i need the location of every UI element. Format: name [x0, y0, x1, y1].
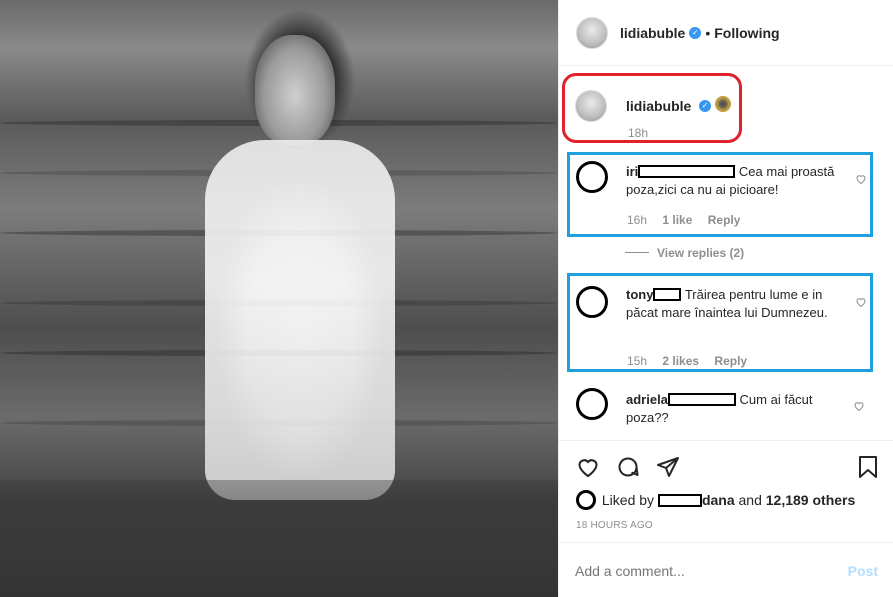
post-side-panel: lidiabuble ✓ • Following lidiabuble ✓ 18… — [558, 0, 893, 597]
view-replies-button[interactable]: View replies (2) — [625, 246, 744, 260]
caption-highlight: lidiabuble ✓ 18h — [562, 73, 742, 143]
author-avatar[interactable] — [576, 16, 608, 49]
comment-highlight-2: tony Trăirea pentru lume e in păcat mare… — [567, 273, 873, 372]
redaction-box — [657, 494, 702, 507]
bookmark-icon[interactable] — [856, 455, 880, 479]
redaction-box — [638, 165, 736, 178]
post-button[interactable]: Post — [848, 563, 878, 579]
emoji-icon — [715, 96, 731, 112]
heart-icon[interactable] — [853, 400, 865, 412]
post-timestamp[interactable]: 18 HOURS AGO — [576, 520, 653, 531]
comment-highlight-1: iri Cea mai proastă poza,zici ca nu ai p… — [567, 152, 873, 237]
comment-likes[interactable]: 1 like — [662, 213, 692, 227]
reply-button[interactable]: Reply — [708, 213, 741, 227]
comment-username[interactable]: tony — [626, 287, 653, 302]
caption-username[interactable]: lidiabuble — [626, 98, 691, 114]
reply-button[interactable]: Reply — [714, 354, 747, 368]
heart-icon[interactable] — [576, 455, 600, 479]
liker-avatar[interactable] — [576, 490, 596, 510]
heart-icon[interactable] — [855, 173, 867, 185]
comment-text: iri Cea mai proastă poza,zici ca nu ai p… — [626, 164, 835, 197]
comment-meta: 16h 1 like Reply — [627, 213, 752, 227]
post-actions: Liked by dana and 12,189 others 18 HOURS… — [559, 440, 893, 550]
verified-icon: ✓ — [699, 100, 711, 112]
verified-icon: ✓ — [689, 26, 702, 39]
comment-time[interactable]: 16h — [627, 213, 647, 227]
comment-avatar[interactable] — [576, 286, 608, 318]
redaction-box — [653, 288, 682, 301]
add-comment-bar: Post — [559, 542, 893, 597]
likes-summary[interactable]: Liked by dana and 12,189 others — [576, 490, 855, 510]
share-icon[interactable] — [656, 455, 680, 479]
comment-meta: 15h 2 likes Reply — [627, 354, 759, 368]
comment-avatar[interactable] — [576, 388, 608, 420]
caption-avatar[interactable] — [575, 90, 607, 122]
post-photo[interactable] — [0, 0, 558, 597]
comment-username[interactable]: iri — [626, 164, 638, 179]
comment-icon[interactable] — [616, 455, 640, 479]
comment-likes[interactable]: 2 likes — [662, 354, 699, 368]
post-header: lidiabuble ✓ • Following — [559, 0, 893, 66]
following-button[interactable]: Following — [714, 25, 779, 41]
separator-dot: • — [705, 24, 711, 41]
author-username[interactable]: lidiabuble — [620, 25, 685, 41]
comment-avatar[interactable] — [576, 161, 608, 193]
comment-text: tony Trăirea pentru lume e in păcat mare… — [626, 287, 828, 320]
comment-time[interactable]: 15h — [627, 354, 647, 368]
comment-input[interactable] — [575, 563, 835, 579]
caption-time[interactable]: 18h — [628, 126, 648, 140]
heart-icon[interactable] — [855, 296, 867, 308]
redaction-box — [667, 393, 736, 406]
comment-text: adriela Cum ai făcut poza?? — [626, 392, 813, 425]
comment-username[interactable]: adriela — [626, 392, 668, 407]
